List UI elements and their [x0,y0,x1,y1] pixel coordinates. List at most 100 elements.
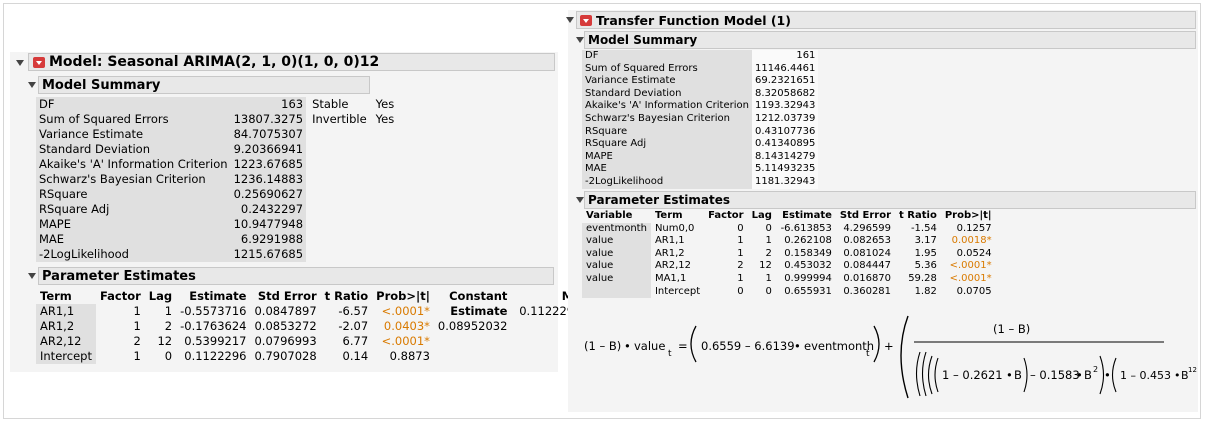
summary-row: MAPE 10.9477948 [36,217,397,232]
right-summary-table: DF 161 Sum of Squared Errors 11146.4461 Va… [582,50,819,189]
right-summary-title: Model Summary [588,33,698,47]
col-header[interactable]: Prob>|t| [372,289,434,304]
numerator: (1 – B) [993,322,1030,336]
bullet: • [1174,369,1181,382]
table-row: AR2,12 2 12 0.5399217 0.0796993 6.77 <.0… [36,334,585,349]
paren-close [873,325,880,363]
regressor-name: eventmonth [804,339,874,353]
exponent-12: 12 [1188,366,1197,374]
bullet: • [1104,368,1111,382]
summary-row: MAE 6.9291988 [36,232,397,247]
col-header[interactable]: Factor [96,289,145,304]
summary-row: Schwarz's Bayesian Criterion 1236.14883 [36,172,397,187]
table-row: value MA1,1 1 1 0.999994 0.016870 59.28 <.0001* [582,272,996,286]
paren-close [1023,357,1028,393]
summary-row: Variance Estimate 84.7075307 [36,127,397,142]
lhs-variable: value [634,339,665,353]
constant-estimate-value: 0.08952032 [437,319,508,333]
bullet: • [624,339,631,353]
summary-row: -2LogLikelihood 1181.32943 [582,175,819,189]
col-header[interactable]: Std Error [250,289,320,304]
disclosure-icon[interactable] [16,60,24,66]
left-model-title: Model: Seasonal ARIMA(2, 1, 0)(1, 0, 0)1… [49,54,380,70]
big-paren-open [900,315,909,399]
left-params-title: Parameter Estimates [42,268,196,284]
right-summary-header: Model Summary [584,31,1196,49]
left-model-header: Model: Seasonal ARIMA(2, 1, 0)(1, 0, 0)1… [28,53,555,71]
table-row: Intercept 0 0 0.655931 0.360281 1.82 0.0705 [582,285,996,299]
col-header[interactable]: Lag [145,289,176,304]
summary-row: DF 161 [582,50,819,63]
table-row: value AR1,1 1 1 0.262108 0.082653 3.17 0.0018* [582,235,996,248]
col-header[interactable]: Std Error [836,210,895,223]
transfer-function-equation: (1 – B) • value t = 0.6559 – 6.6139 • ev… [568,306,1198,412]
col-header[interactable]: Estimate [776,210,836,223]
right-model-title: Transfer Function Model (1) [596,12,791,28]
summary-row: RSquare 0.43107736 [582,125,819,139]
summary-row: DF 163 Stable Yes [36,97,397,112]
equation-svg: (1 – B) • value t = 0.6559 – 6.6139 • ev… [584,315,1197,399]
left-summary-table: DF 163 Stable Yes Sum of Squared Errors 1380… [36,97,397,262]
right-params-title: Parameter Estimates [588,193,731,207]
table-row: value AR1,2 1 2 0.158349 0.081024 1.95 0.0524 [582,247,996,261]
summary-row: MAE 5.11493235 [582,163,819,176]
col-header[interactable]: t Ratio [321,289,372,304]
right-model-header: Transfer Function Model (1) [576,11,1196,29]
col-header[interactable]: Term [651,210,704,223]
left-summary-title: Model Summary [42,77,161,93]
summary-row: Sum of Squared Errors 13807.3275 Invertibl… [36,112,397,127]
subscript-t: t [866,349,870,359]
paren-open [690,325,697,363]
summary-row: Standard Deviation 8.32058682 [582,87,819,101]
exponent-2: 2 [1093,365,1098,374]
disclosure-icon[interactable] [576,37,584,43]
summary-row: RSquare 0.25690627 [36,187,397,202]
bullet: • [1076,368,1083,382]
paren-open [1111,357,1117,393]
constant-term: 0.6559 – 6.6139 [701,339,795,353]
right-params-table: Variable Term Factor Lag Estimate Std Er… [582,210,996,299]
disclosure-icon[interactable] [566,17,574,23]
denominator-term-3: 1 – 0.453 [1120,369,1171,382]
col-header[interactable]: t Ratio [895,210,941,223]
table-row: AR1,2 1 2 -0.1763624 0.0853272 -2.07 0.0… [36,319,585,334]
table-row: eventmonth Num0,0 0 0 -6.613853 4.296599 -1.54… [582,222,996,236]
disclosure-icon[interactable] [28,82,36,88]
col-header[interactable]: Constant [434,289,512,304]
summary-row: Variance Estimate 69.2321651 [582,75,819,88]
denominator-term-1: 1 – 0.2621 [942,368,1003,382]
red-triangle-menu-icon[interactable] [33,56,45,68]
left-params-table: Term Factor Lag Estimate Std Error t Rat… [36,289,585,364]
table-row: value AR2,12 2 12 0.453032 0.084447 5.36 <.0001… [582,260,996,273]
table-row: Intercept 1 0 0.1122296 0.7907028 0.14 0… [36,349,585,364]
summary-row: RSquare Adj 0.2432297 [36,202,397,217]
paren-open [915,351,921,397]
col-header[interactable]: Variable [582,210,651,223]
summary-row: Akaike's 'A' Information Criterion 1193.3… [582,100,819,113]
paren-open [921,351,927,397]
summary-row: MAPE 8.14314279 [582,150,819,164]
summary-row: Standard Deviation 9.20366941 [36,142,397,157]
red-triangle-menu-icon[interactable] [580,14,592,26]
backshift-b: B [1014,368,1022,382]
lhs-factor: (1 – B) [584,339,621,353]
disclosure-icon[interactable] [576,197,584,203]
left-params-header: Parameter Estimates [38,267,554,285]
paren-open [927,355,933,395]
bullet: • [1006,368,1013,382]
paren-close [1099,355,1105,395]
subscript-t: t [668,349,672,359]
col-header[interactable]: Factor [704,210,748,223]
col-header[interactable]: Term [36,289,96,304]
summary-row: Schwarz's Bayesian Criterion 1212.03739 [582,112,819,126]
disclosure-icon[interactable] [28,273,36,279]
constant-estimate-label: Estimate [450,304,508,318]
col-header[interactable]: Estimate [176,289,250,304]
table-row: AR1,1 1 1 -0.5573716 0.0847897 -6.57 <.0… [36,304,585,319]
equals-sign: = [678,339,688,353]
left-summary-header: Model Summary [38,76,370,94]
col-header[interactable]: Prob>|t| [941,210,996,223]
col-header[interactable]: Lag [748,210,776,223]
denominator-term-2: – 0.1583 [1030,368,1080,382]
paren-open [934,357,939,393]
